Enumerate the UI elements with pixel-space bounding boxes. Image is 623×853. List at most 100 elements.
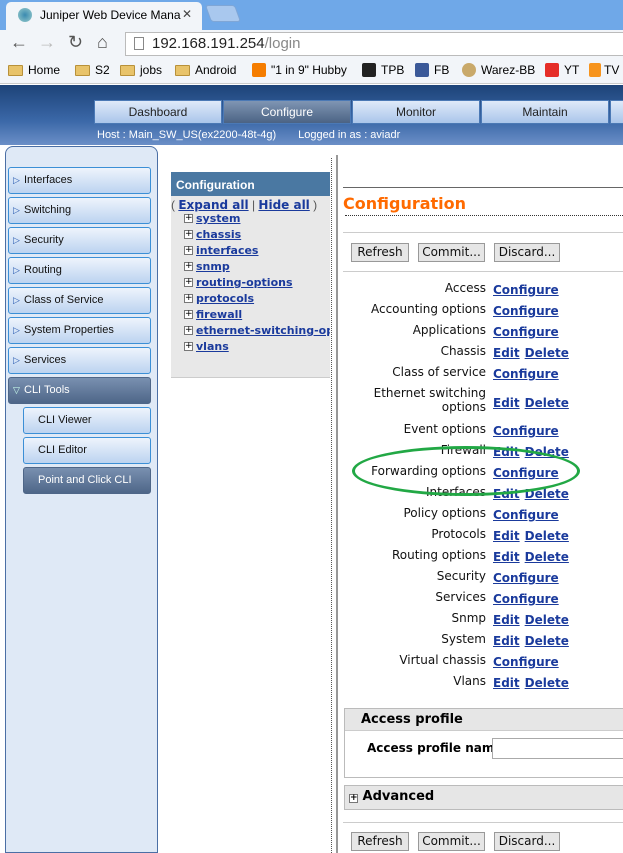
sidebar-item-switching[interactable]: ▷ Switching [8,197,151,224]
configure-link[interactable]: Configure [493,655,559,669]
bookmark-hubby[interactable]: "1 in 9" Hubby [252,63,347,77]
refresh-button[interactable]: Refresh [351,243,409,262]
tree-item-chassis[interactable]: + chassis [184,228,330,241]
tree-item-link[interactable]: firewall [196,308,242,321]
sidebar-item-security[interactable]: ▷ Security [8,227,151,254]
address-bar[interactable]: 192.168.191.254/login [125,32,623,56]
sidebar-item-cli-tools[interactable]: ▽ CLI Tools [8,377,151,404]
bookmark-jobs[interactable]: jobs [120,63,162,77]
delete-link[interactable]: Delete [525,613,569,627]
splitter[interactable] [331,158,332,853]
expand-icon[interactable]: + [184,294,193,303]
edit-link[interactable]: Edit [493,550,520,564]
sidebar-item-class-of-service[interactable]: ▷ Class of Service [8,287,151,314]
bookmark-tv[interactable]: TV [589,63,619,77]
edit-link[interactable]: Edit [493,613,520,627]
bookmark-tpb[interactable]: TPB [362,63,404,77]
sidebar-item-system-properties[interactable]: ▷ System Properties [8,317,151,344]
reload-icon[interactable]: ↻ [68,32,83,53]
expand-icon[interactable]: + [184,278,193,287]
tree-item-firewall[interactable]: + firewall [184,308,330,321]
sidebar-item-cli-editor[interactable]: CLI Editor [23,437,151,464]
config-row-label: Routing options [391,548,486,562]
tree-item-link[interactable]: interfaces [196,244,258,257]
delete-link[interactable]: Delete [525,529,569,543]
tree-item-link[interactable]: chassis [196,228,241,241]
expand-icon[interactable]: + [349,794,358,803]
bookmark-yt[interactable]: YT [545,63,579,77]
expand-icon[interactable]: + [184,342,193,351]
new-tab-button[interactable] [204,5,242,22]
edit-link[interactable]: Edit [493,529,520,543]
configure-link[interactable]: Configure [493,571,559,585]
home-icon[interactable]: ⌂ [97,32,108,53]
access-profile-name-input[interactable] [492,738,623,759]
expand-icon[interactable]: + [184,310,193,319]
triangle-right-icon: ▷ [13,205,20,215]
expand-icon[interactable]: + [184,246,193,255]
tree-item-link[interactable]: vlans [196,340,229,353]
refresh-button-bottom[interactable]: Refresh [351,832,409,851]
close-tab-icon[interactable]: ✕ [182,7,192,21]
tab-configure[interactable]: Configure [223,100,351,124]
bookmark-android[interactable]: Android [175,63,236,77]
delete-link[interactable]: Delete [525,396,569,410]
bookmark-warez[interactable]: Warez-BB [462,63,535,77]
tree-item-snmp[interactable]: + snmp [184,260,330,273]
delete-link[interactable]: Delete [525,346,569,360]
tab-dashboard[interactable]: Dashboard [94,100,222,124]
tree-item-link[interactable]: ethernet-switching-options [196,324,330,337]
tab-maintain[interactable]: Maintain [481,100,609,124]
back-icon[interactable]: ← [10,32,28,53]
edit-link[interactable]: Edit [493,396,520,410]
delete-link[interactable]: Delete [525,634,569,648]
configure-link[interactable]: Configure [493,424,559,438]
bookmark-s2[interactable]: S2 [75,63,110,77]
delete-link[interactable]: Delete [525,550,569,564]
tree-item-protocols[interactable]: + protocols [184,292,330,305]
tree-item-link[interactable]: protocols [196,292,254,305]
discard-button[interactable]: Discard... [494,243,560,262]
tree-item-link[interactable]: snmp [196,260,230,273]
configure-link[interactable]: Configure [493,325,559,339]
config-row-label: Vlans [453,674,486,688]
hide-all-link[interactable]: Hide all [258,198,309,212]
tab-more[interactable] [610,100,623,124]
expand-all-link[interactable]: Expand all [178,198,248,212]
bookmark-fb[interactable]: FB [415,63,449,77]
discard-button-bottom[interactable]: Discard... [494,832,560,851]
tree-item-interfaces[interactable]: + interfaces [184,244,330,257]
expand-icon[interactable]: + [184,262,193,271]
configure-link[interactable]: Configure [493,304,559,318]
sidebar-item-services[interactable]: ▷ Services [8,347,151,374]
edit-link[interactable]: Edit [493,346,520,360]
forward-icon[interactable]: → [38,32,56,53]
tree-item-vlans[interactable]: + vlans [184,340,330,353]
commit-button[interactable]: Commit... [418,243,485,262]
sidebar-item-routing[interactable]: ▷ Routing [8,257,151,284]
delete-link[interactable]: Delete [525,676,569,690]
browser-tab[interactable]: Juniper Web Device Mana ✕ [6,2,202,30]
edit-link[interactable]: Edit [493,676,520,690]
divider [345,215,623,216]
tree-item-link[interactable]: system [196,212,240,225]
expand-icon[interactable]: + [184,326,193,335]
sidebar-item-point-and-click-cli[interactable]: Point and Click CLI [23,467,151,494]
tree-item-system[interactable]: + system [184,212,330,225]
tree-item-routing-options[interactable]: + routing-options [184,276,330,289]
expand-icon[interactable]: + [184,230,193,239]
advanced-section[interactable]: + Advanced [344,785,623,810]
configure-link[interactable]: Configure [493,283,559,297]
sidebar-item-cli-viewer[interactable]: CLI Viewer [23,407,151,434]
configure-link[interactable]: Configure [493,508,559,522]
configure-link[interactable]: Configure [493,592,559,606]
configure-link[interactable]: Configure [493,367,559,381]
tree-item-ethernet-switching-options[interactable]: +ethernet-switching-options [184,324,330,337]
tree-item-link[interactable]: routing-options [196,276,293,289]
bookmark-home[interactable]: Home [8,63,60,77]
commit-button-bottom[interactable]: Commit... [418,832,485,851]
edit-link[interactable]: Edit [493,634,520,648]
tab-monitor[interactable]: Monitor [352,100,480,124]
expand-icon[interactable]: + [184,214,193,223]
sidebar-item-interfaces[interactable]: ▷ Interfaces [8,167,151,194]
